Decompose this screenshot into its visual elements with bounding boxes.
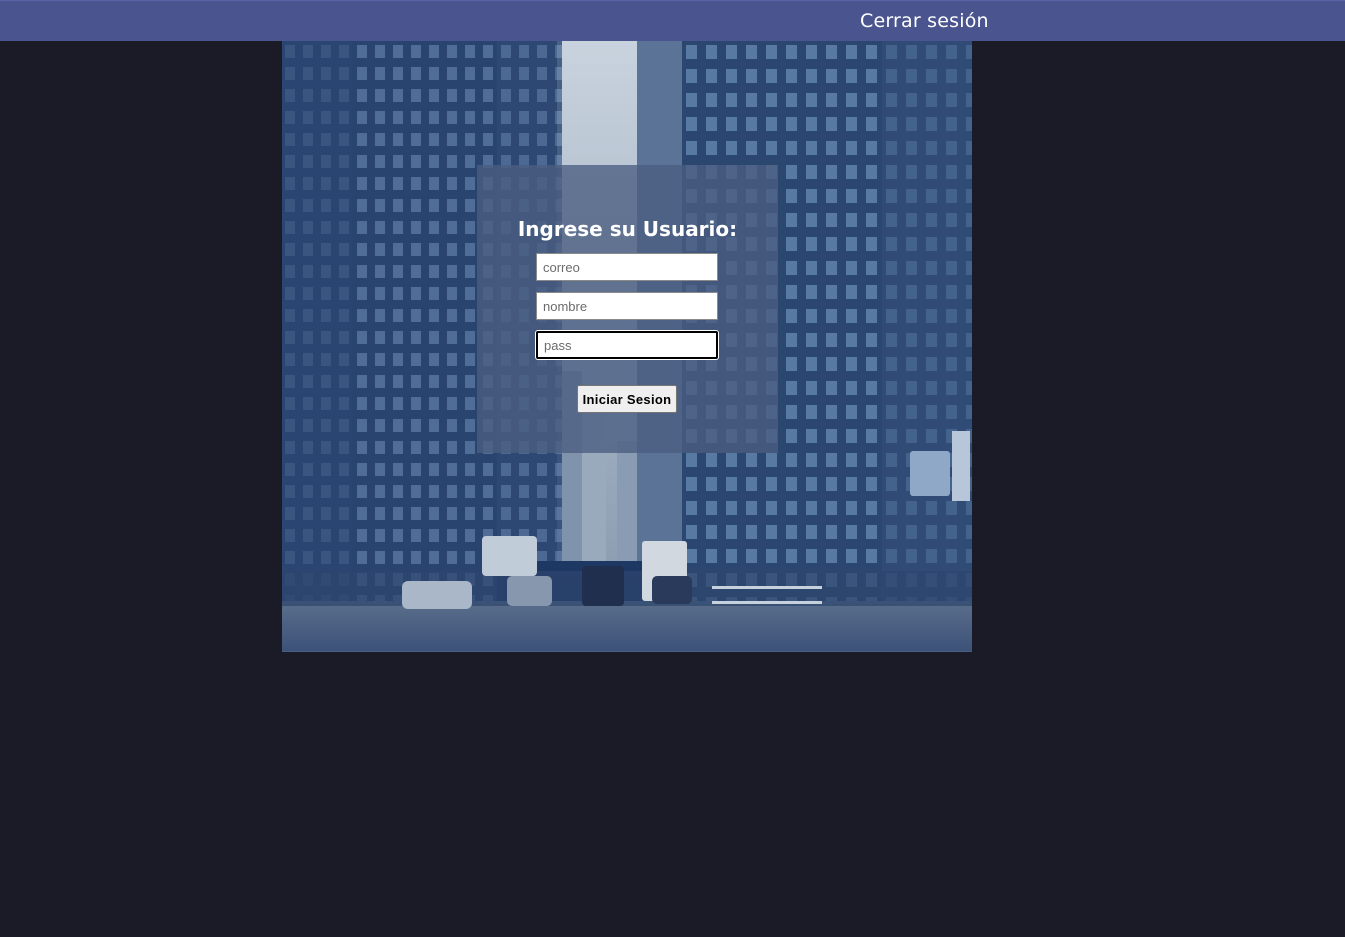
email-field[interactable] xyxy=(536,253,718,281)
password-field[interactable] xyxy=(536,331,718,359)
logout-link[interactable]: Cerrar sesión xyxy=(860,9,989,33)
login-panel: Ingrese su Usuario: Iniciar Sesion xyxy=(477,165,778,453)
hero-background-image: Ingrese su Usuario: Iniciar Sesion xyxy=(282,41,972,652)
login-button[interactable]: Iniciar Sesion xyxy=(577,385,677,413)
login-title: Ingrese su Usuario: xyxy=(517,217,738,241)
name-field[interactable] xyxy=(536,292,718,320)
top-navbar: Cerrar sesión xyxy=(0,0,1345,41)
